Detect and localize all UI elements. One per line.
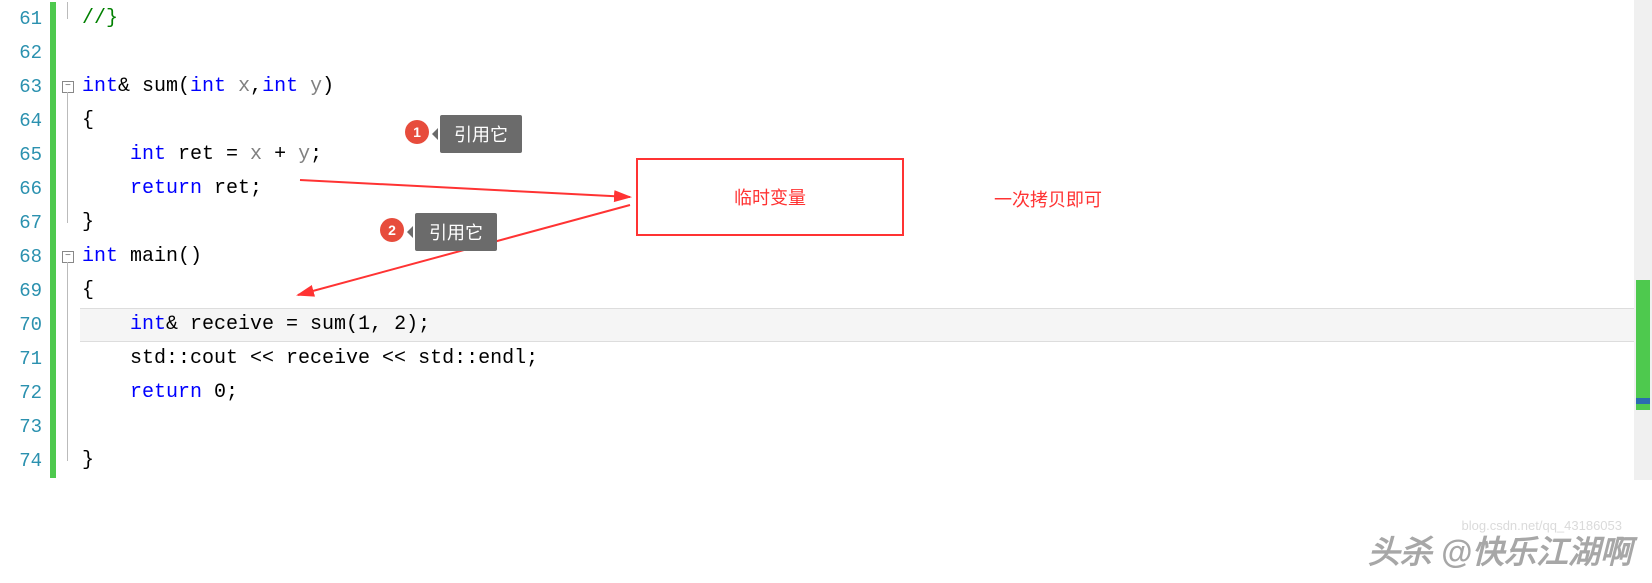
line-number: 69 [0, 274, 50, 308]
code-line: //} [80, 2, 1652, 36]
code-line: std::cout << receive << std::endl; [80, 342, 1652, 376]
line-number: 66 [0, 172, 50, 206]
fold-toggle-icon[interactable]: − [62, 251, 74, 263]
code-line: return ret; [80, 172, 1652, 206]
code-line: { [80, 104, 1652, 138]
line-number: 64 [0, 104, 50, 138]
code-line: } [80, 444, 1652, 478]
code-line: return 0; [80, 376, 1652, 410]
line-number-gutter: 61 62 63 64 65 66 67 68 69 70 71 72 73 7… [0, 0, 50, 583]
line-number: 65 [0, 138, 50, 172]
scroll-change-marker [1636, 280, 1650, 410]
line-number: 74 [0, 444, 50, 478]
fold-gutter: − − [60, 0, 80, 583]
line-number: 71 [0, 342, 50, 376]
line-number: 70 [0, 308, 50, 342]
code-line: int main() [80, 240, 1652, 274]
code-line [80, 36, 1652, 70]
line-number: 61 [0, 2, 50, 36]
line-number: 68 [0, 240, 50, 274]
code-line: int ret = x + y; [80, 138, 1652, 172]
line-number: 73 [0, 410, 50, 444]
line-number: 72 [0, 376, 50, 410]
code-line: int& sum(int x,int y) [80, 70, 1652, 104]
code-line: } [80, 206, 1652, 240]
line-number: 67 [0, 206, 50, 240]
line-number: 63 [0, 70, 50, 104]
line-number: 62 [0, 36, 50, 70]
code-line-active: int& receive = sum(1, 2); [80, 308, 1652, 342]
watermark-main: 头杀 @快乐江湖啊 [1368, 527, 1632, 573]
code-line [80, 410, 1652, 444]
fold-toggle-icon[interactable]: − [62, 81, 74, 93]
code-editor: 61 62 63 64 65 66 67 68 69 70 71 72 73 7… [0, 0, 1652, 583]
scroll-caret-marker [1636, 398, 1650, 404]
code-line: { [80, 274, 1652, 308]
code-content[interactable]: //} int& sum(int x,int y) { int ret = x … [80, 0, 1652, 583]
vertical-scrollbar[interactable] [1634, 0, 1652, 480]
change-marker-gutter [50, 0, 60, 583]
